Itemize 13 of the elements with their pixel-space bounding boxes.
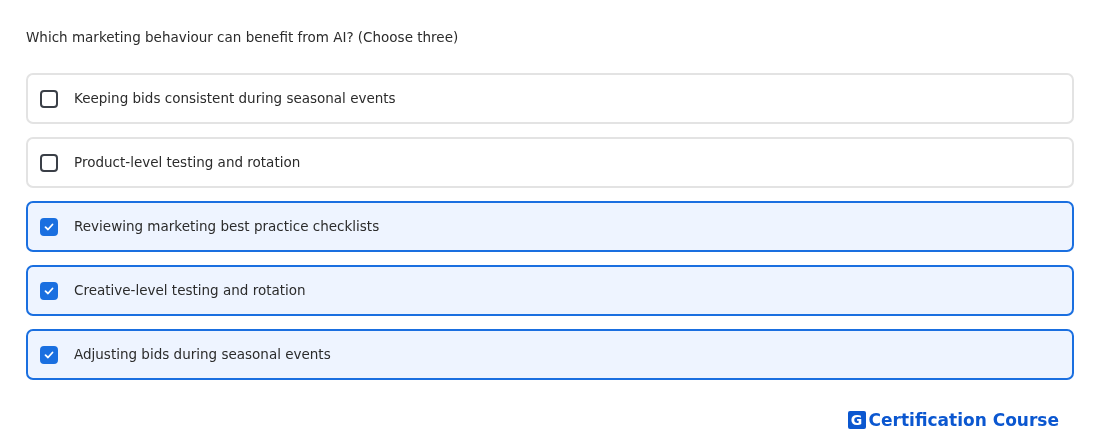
checkbox[interactable] xyxy=(40,345,58,364)
checkbox[interactable] xyxy=(40,281,58,300)
answer-option[interactable]: Adjusting bids during seasonal events xyxy=(26,329,1074,380)
answer-option[interactable]: Reviewing marketing best practice checklists xyxy=(26,201,1074,252)
question-text: Which marketing behaviour can benefit from AI? (Choose three) xyxy=(26,28,460,46)
checkbox[interactable] xyxy=(40,217,58,236)
answer-option[interactable]: Keeping bids consistent during seasonal events xyxy=(26,73,1074,124)
brand-name: Certification Course xyxy=(868,410,1059,430)
answer-option[interactable]: Product-level testing and rotation xyxy=(26,137,1074,188)
logo: G xyxy=(847,411,866,429)
answer-option[interactable]: Creative-level testing and rotation xyxy=(26,265,1074,316)
checkbox[interactable] xyxy=(40,89,58,108)
checkbox[interactable] xyxy=(40,153,58,172)
